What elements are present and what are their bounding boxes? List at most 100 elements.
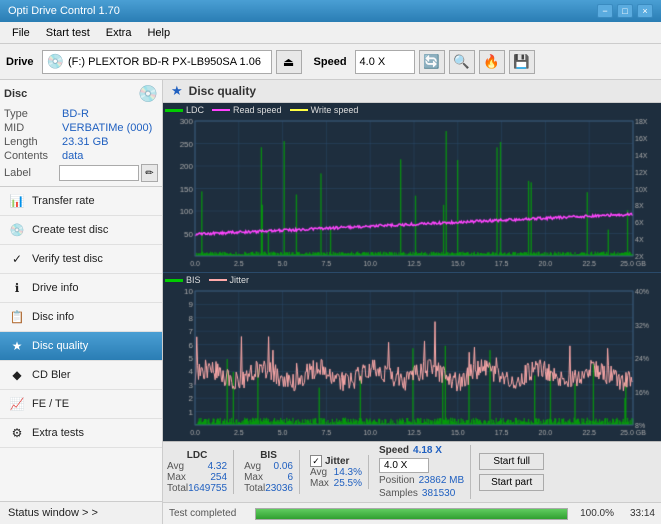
disc-mid-label: MID [4, 122, 62, 134]
extra-tests-icon: ⚙ [8, 424, 26, 442]
close-button[interactable]: × [637, 4, 653, 18]
disc-panel: Disc 💿 Type BD-R MID VERBATIMe (000) Len… [0, 80, 162, 187]
top-chart-legend: LDC Read speed Write speed [165, 105, 358, 115]
nav-create-test-disc-label: Create test disc [32, 224, 108, 236]
window-title: Opti Drive Control 1.70 [8, 5, 120, 17]
nav-items: 📊 Transfer rate 💿 Create test disc ✓ Ver… [0, 187, 162, 501]
verify-test-disc-icon: ✓ [8, 250, 26, 268]
bis-legend: BIS [165, 275, 201, 285]
progress-label: Test completed [169, 508, 249, 519]
disc-mid-row: MID VERBATIMe (000) [4, 122, 158, 134]
nav-cd-bler[interactable]: ◆ CD Bler [0, 361, 162, 390]
disc-contents-value: data [62, 150, 83, 162]
disc-length-label: Length [4, 136, 62, 148]
nav-disc-quality-label: Disc quality [32, 340, 88, 352]
ldc-avg: 4.32 [208, 461, 227, 472]
chart-header: ★ Disc quality [163, 80, 661, 103]
nav-disc-quality[interactable]: ★ Disc quality [0, 332, 162, 361]
avg-label3: Avg [310, 467, 327, 478]
top-chart [163, 103, 661, 272]
stats-row: LDC Avg 4.32 Max 254 Total 1649755 [167, 445, 657, 499]
max-label2: Max [244, 472, 263, 483]
nav-fe-te[interactable]: 📈 FE / TE [0, 390, 162, 419]
jitter-legend-label: Jitter [230, 275, 250, 285]
disc-label-row: Label ✏ [4, 164, 158, 182]
nav-disc-info-label: Disc info [32, 311, 74, 323]
bottom-chart-container: BIS Jitter [163, 273, 661, 441]
disc-label-edit-button[interactable]: ✏ [141, 164, 158, 182]
jitter-legend-color [209, 279, 227, 281]
burn-button[interactable]: 🔥 [479, 50, 505, 74]
nav-create-test-disc[interactable]: 💿 Create test disc [0, 216, 162, 245]
ldc-legend-color [165, 109, 183, 112]
disc-contents-row: Contents data [4, 150, 158, 162]
max-label3: Max [310, 478, 329, 489]
bis-legend-color [165, 279, 183, 282]
minimize-button[interactable]: − [597, 4, 613, 18]
nav-extra-tests[interactable]: ⚙ Extra tests [0, 419, 162, 448]
bis-col: BIS Avg 0.06 Max 6 Total 23036 [238, 450, 300, 494]
ldc-col-header: LDC [167, 450, 227, 461]
write-speed-legend-color [290, 109, 308, 111]
jitter-checkbox[interactable]: ✓ [310, 455, 322, 467]
title-bar: Opti Drive Control 1.70 − □ × [0, 0, 661, 22]
eject-button[interactable]: ⏏ [276, 50, 302, 74]
jitter-col-header: Jitter [325, 456, 349, 467]
bottom-chart-legend: BIS Jitter [165, 275, 249, 285]
disc-label-input[interactable] [59, 165, 139, 181]
menu-start-test[interactable]: Start test [38, 25, 98, 41]
drive-select[interactable]: 💿 (F:) PLEXTOR BD-R PX-LB950SA 1.06 [42, 50, 272, 74]
drive-label: Drive [6, 56, 34, 68]
progress-bar-container: Test completed 100.0% 33:14 [163, 502, 661, 524]
speed-val: 4.18 X [413, 445, 442, 456]
stats-bar: LDC Avg 4.32 Max 254 Total 1649755 [163, 441, 661, 502]
speed-select[interactable]: 4.0 X [355, 50, 415, 74]
disc-title: Disc [4, 88, 27, 100]
drive-name: (F:) PLEXTOR BD-R PX-LB950SA 1.06 [68, 56, 261, 68]
samples-label: Samples [379, 488, 418, 499]
start-part-button[interactable]: Start part [479, 474, 544, 491]
avg-label: Avg [167, 461, 184, 472]
menu-bar: File Start test Extra Help [0, 22, 661, 44]
create-test-disc-icon: 💿 [8, 221, 26, 239]
cd-bler-icon: ◆ [8, 366, 26, 384]
max-label1: Max [167, 472, 186, 483]
scan-button[interactable]: 🔍 [449, 50, 475, 74]
nav-drive-info-label: Drive info [32, 282, 78, 294]
menu-help[interactable]: Help [139, 25, 178, 41]
sidebar: Disc 💿 Type BD-R MID VERBATIMe (000) Len… [0, 80, 163, 524]
menu-extra[interactable]: Extra [98, 25, 140, 41]
ldc-legend-label: LDC [186, 105, 204, 115]
status-window-label: Status window > > [8, 507, 98, 519]
nav-verify-test-disc[interactable]: ✓ Verify test disc [0, 245, 162, 274]
speed-dropdown[interactable]: 4.0 X [379, 458, 429, 473]
disc-label-label: Label [4, 167, 59, 179]
refresh-button[interactable]: 🔄 [419, 50, 445, 74]
progress-track [255, 508, 568, 520]
total-label2: Total [244, 483, 265, 494]
disc-icon: 💿 [138, 84, 158, 104]
drive-icon: 💿 [47, 53, 64, 70]
avg-label2: Avg [244, 461, 261, 472]
fe-te-icon: 📈 [8, 395, 26, 413]
maximize-button[interactable]: □ [617, 4, 633, 18]
top-chart-container: LDC Read speed Write speed [163, 103, 661, 273]
nav-drive-info[interactable]: ℹ Drive info [0, 274, 162, 303]
nav-transfer-rate[interactable]: 📊 Transfer rate [0, 187, 162, 216]
progress-fill [256, 509, 567, 519]
start-full-button[interactable]: Start full [479, 453, 544, 470]
bis-avg: 0.06 [274, 461, 293, 472]
read-speed-legend-label: Read speed [233, 105, 282, 115]
nav-disc-info[interactable]: 📋 Disc info [0, 303, 162, 332]
charts-area: LDC Read speed Write speed [163, 103, 661, 441]
menu-file[interactable]: File [4, 25, 38, 41]
main-panel: ★ Disc quality LDC Read speed [163, 80, 661, 524]
nav-extra-tests-label: Extra tests [32, 427, 84, 439]
toolbar: Drive 💿 (F:) PLEXTOR BD-R PX-LB950SA 1.0… [0, 44, 661, 80]
ldc-legend: LDC [165, 105, 204, 115]
speed-col-header: Speed [379, 445, 409, 456]
status-window-button[interactable]: Status window > > [0, 501, 162, 524]
save-button[interactable]: 💾 [509, 50, 535, 74]
nav-fe-te-label: FE / TE [32, 398, 69, 410]
read-speed-legend-color [212, 109, 230, 111]
